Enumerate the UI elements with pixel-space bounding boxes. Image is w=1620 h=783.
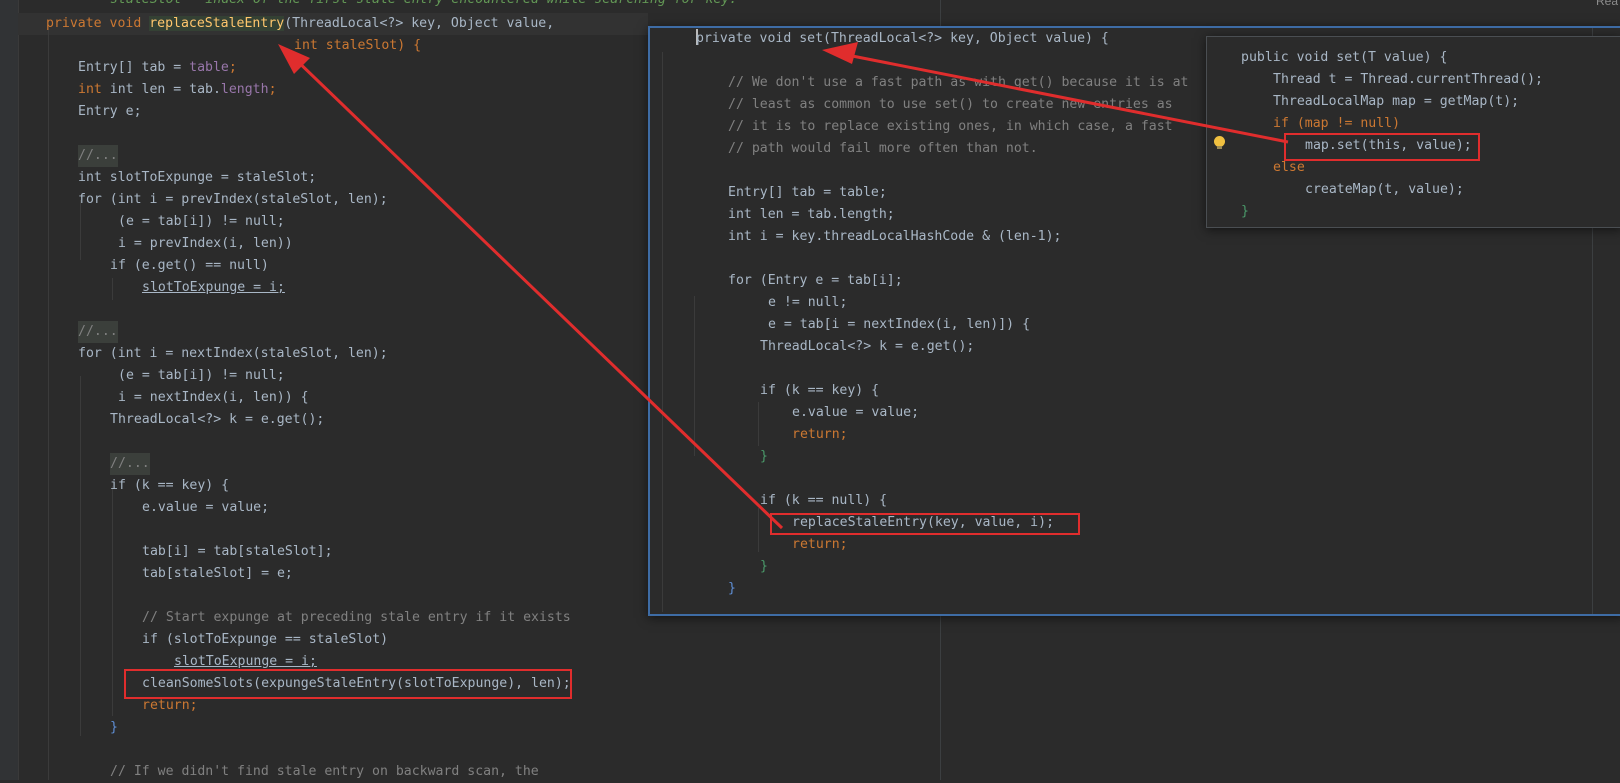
- quick-definition-popup-threadlocal-set[interactable]: public void set(T value) { Thread t = Th…: [1206, 36, 1620, 228]
- popup-code-line: createMap(t, value);: [1305, 182, 1464, 197]
- code-line[interactable]: Entry[] tab = table;: [78, 57, 237, 79]
- indent-guide: [80, 376, 81, 736]
- popup-code-line: ThreadLocal<?> k = e.get();: [760, 339, 975, 354]
- popup-code-line: return;: [792, 427, 848, 442]
- code-line[interactable]: for (int i = prevIndex(staleSlot, len);: [78, 189, 388, 211]
- code-line[interactable]: tab[staleSlot] = e;: [142, 563, 293, 585]
- popup-code-line: e = tab[i = nextIndex(i, len)]) {: [768, 317, 1031, 332]
- code-line[interactable]: slotToExpunge = i;: [142, 277, 285, 299]
- method-name-replaceStaleEntry[interactable]: replaceStaleEntry: [149, 16, 285, 31]
- code-line[interactable]: if (slotToExpunge == staleSlot): [142, 629, 388, 651]
- popup-code-line: return;: [792, 537, 848, 552]
- doc-comment-fragment: staleSlot – index of the first stale ent…: [110, 0, 737, 11]
- code-line[interactable]: int int len = tab.length;: [78, 79, 277, 101]
- popup-code-signature[interactable]: private void set(ThreadLocal<?> key, Obj…: [696, 28, 1109, 50]
- indent-guide: [758, 402, 759, 446]
- popup-code-line: }: [760, 559, 768, 574]
- folded-comment[interactable]: //...: [78, 145, 118, 167]
- popup-code-line: int len = tab.length;: [728, 207, 895, 222]
- code-line[interactable]: for (int i = nextIndex(staleSlot, len);: [78, 343, 388, 365]
- popup-code-line: }: [728, 581, 736, 596]
- code-line[interactable]: i = prevIndex(i, len)): [118, 233, 293, 255]
- folded-comment[interactable]: //...: [78, 321, 118, 343]
- code-line-signature[interactable]: private void replaceStaleEntry(ThreadLoc…: [46, 13, 554, 35]
- popup-code-comment: // We don't use a fast path as with get(…: [728, 75, 1189, 90]
- lightbulb-icon[interactable]: [1214, 136, 1225, 149]
- popup-code-signature: public void set(T value) {: [1241, 50, 1448, 65]
- code-line[interactable]: }: [110, 717, 118, 739]
- editor-gutter: [0, 0, 19, 780]
- popup-code-line: Entry[] tab = table;: [728, 185, 887, 200]
- indent-guide: [112, 278, 113, 300]
- popup-code-comment: // path would fail more often than not.: [728, 141, 1038, 156]
- indent-guide: [48, 30, 49, 780]
- code-line[interactable]: (e = tab[i]) != null;: [118, 365, 285, 387]
- popup-code-line: Thread t = Thread.currentThread();: [1273, 72, 1543, 87]
- annotation-box-map-set: [1284, 133, 1480, 161]
- popup-code-line: if (map != null): [1273, 116, 1401, 131]
- popup-code-line: if (k == key) {: [760, 383, 880, 398]
- code-line[interactable]: (e = tab[i]) != null;: [118, 211, 285, 233]
- annotation-box-replaceStaleEntry: [770, 513, 1080, 535]
- popup-code-line: }: [760, 449, 768, 464]
- code-line[interactable]: int slotToExpunge = staleSlot;: [78, 167, 316, 189]
- annotation-box-cleanSomeSlots: [124, 669, 572, 699]
- code-line[interactable]: Entry e;: [78, 101, 142, 123]
- code-line[interactable]: i = nextIndex(i, len)) {: [118, 387, 309, 409]
- code-line[interactable]: ThreadLocal<?> k = e.get();: [110, 409, 324, 431]
- popup-code-line: e.value = value;: [792, 405, 920, 420]
- popup-code-line: }: [1241, 204, 1249, 219]
- popup-code-comment: // it is to replace existing ones, in wh…: [728, 119, 1173, 134]
- indent-guide: [694, 296, 695, 456]
- code-line[interactable]: if (k == key) {: [110, 475, 229, 497]
- code-comment[interactable]: // Start expunge at preceding stale entr…: [142, 607, 571, 629]
- popup-code-line: if (k == null) {: [760, 493, 888, 508]
- popup-code-comment: // least as common to use set() to creat…: [728, 97, 1173, 112]
- popup-code-line: e != null;: [768, 295, 848, 310]
- code-line[interactable]: if (e.get() == null): [110, 255, 269, 277]
- indent-guide: [112, 486, 113, 716]
- code-line[interactable]: e.value = value;: [142, 497, 269, 519]
- popup-code-line: for (Entry e = tab[i];: [728, 273, 903, 288]
- code-line[interactable]: tab[i] = tab[staleSlot];: [142, 541, 333, 563]
- folded-comment[interactable]: //...: [110, 453, 150, 475]
- indent-guide: [662, 52, 663, 612]
- code-line-signature-cont[interactable]: int staleSlot) {: [294, 35, 421, 57]
- popup-code-line: int i = key.threadLocalHashCode & (len-1…: [728, 229, 1062, 244]
- indent-guide: [758, 508, 759, 552]
- reader-mode-label[interactable]: Rea: [1596, 0, 1618, 8]
- popup-code-line: ThreadLocalMap map = getMap(t);: [1273, 94, 1520, 109]
- popup-gutter: [1207, 37, 1227, 227]
